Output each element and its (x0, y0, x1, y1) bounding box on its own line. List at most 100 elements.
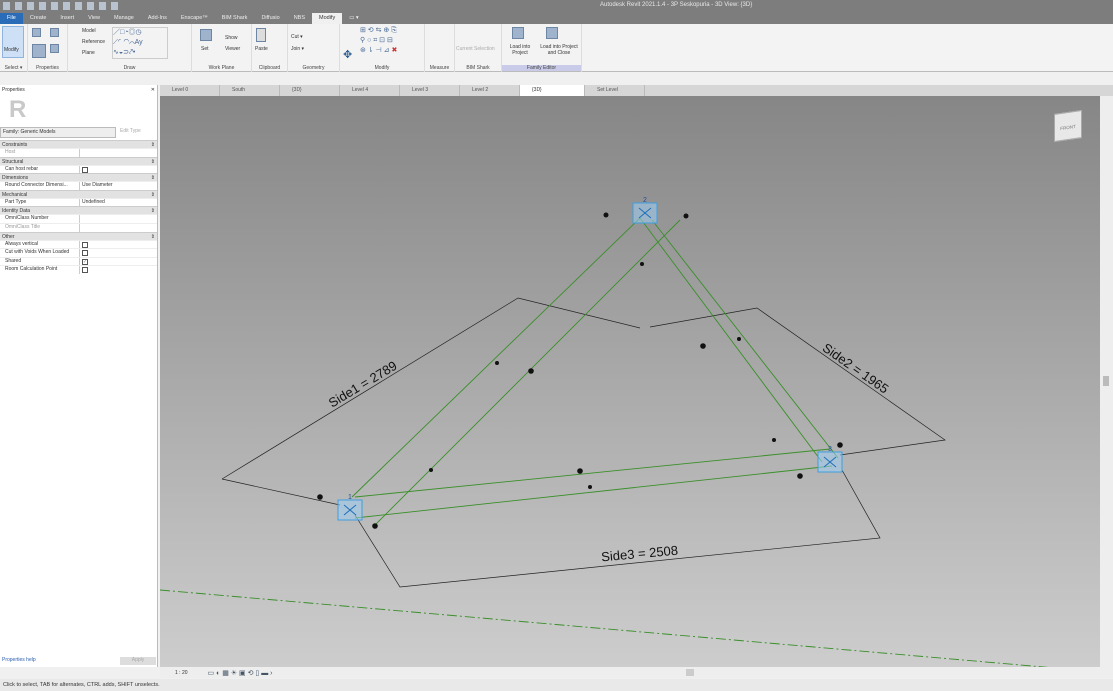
connector-point-2[interactable]: 2 (632, 197, 658, 224)
document-tab[interactable]: Level 4 (340, 85, 400, 96)
vertical-scrollbar[interactable] (1100, 96, 1113, 667)
show-button[interactable]: Show (225, 35, 238, 41)
family-types-icon[interactable] (32, 28, 41, 37)
horizontal-scrollbar[interactable] (686, 669, 694, 676)
collapse-icon[interactable]: ⇕ (151, 234, 155, 240)
apply-button[interactable]: Apply (120, 657, 156, 665)
reference-point-dot[interactable] (577, 468, 583, 474)
set-button[interactable]: Set (201, 46, 209, 52)
panel-label: Draw (123, 65, 136, 71)
viewer-button[interactable]: Viewer (225, 46, 240, 52)
reference-point-dot[interactable] (797, 473, 803, 479)
property-group[interactable]: Dimensions ⇕ (0, 173, 157, 182)
property-checkbox[interactable] (82, 250, 88, 257)
document-tab[interactable]: South (220, 85, 280, 96)
set-workplane-icon[interactable] (200, 29, 212, 41)
reference-point-dot[interactable] (700, 343, 706, 349)
properties-panel: Properties (28, 24, 68, 72)
reference-point-dot[interactable] (603, 212, 609, 218)
reference-point-dot[interactable] (683, 213, 689, 219)
property-group[interactable]: Structural ⇕ (0, 156, 157, 165)
ribbon-tab[interactable]: Enscape™ (174, 13, 215, 24)
property-group[interactable]: Other ⇕ (0, 231, 157, 240)
property-value[interactable]: Undefined (82, 199, 105, 205)
ribbon-tab[interactable]: View (81, 13, 107, 24)
ribbon-tab[interactable]: Add-Ins (141, 13, 174, 24)
reference-point-dot[interactable] (495, 361, 499, 365)
edit-type-button[interactable]: Edit Type (116, 127, 145, 138)
dimension-side1[interactable]: Side1 = 2789 (326, 358, 400, 411)
ribbon-tab[interactable]: NBS (287, 13, 312, 24)
model-line-button[interactable]: Model (82, 28, 96, 34)
properties-icon[interactable] (32, 44, 46, 58)
reference-point-dot[interactable] (640, 262, 644, 266)
document-tab[interactable]: Level 0 (160, 85, 220, 96)
dimension-side2[interactable]: Side2 = 1965 (820, 340, 892, 396)
collapse-icon[interactable]: ⇕ (151, 175, 155, 181)
collapse-icon[interactable]: ⇕ (151, 142, 155, 148)
ribbon-tab[interactable]: BIM Shark (215, 13, 255, 24)
reference-point-dot[interactable] (588, 485, 592, 489)
ribbon-tab[interactable]: Modify (312, 13, 343, 24)
reference-point-dot[interactable] (528, 368, 534, 374)
collapse-icon[interactable]: ⇕ (151, 159, 155, 165)
connector-point-1[interactable]: 1 (337, 494, 363, 521)
property-name: OmniClass Title (0, 223, 80, 232)
close-icon[interactable]: ✕ (151, 87, 155, 93)
property-group[interactable]: Identity Data ⇕ (0, 206, 157, 215)
current-selection-button[interactable]: Current Selection (456, 46, 495, 52)
reference-point-dot[interactable] (772, 438, 776, 442)
view-control-icons[interactable]: ▭ ◐ ▦ ☀ ▣ ⟲ ▯ ▬ › (208, 669, 273, 677)
ribbon-tab[interactable]: Create (23, 13, 54, 24)
select-dropdown[interactable]: Select ▾ (0, 65, 27, 71)
property-checkbox[interactable]: ✓ (82, 258, 88, 265)
modify-tools[interactable]: ⊞ ⟲ ⇆ ⊕ ⎘ ⚲ ○ ⌗ ⊡ ⊟ ⊛ ⇂ ⊣ ⊿ ✖ (360, 26, 397, 56)
load-into-project-close-button[interactable]: Load into Project and Close (538, 44, 580, 56)
family-type-selector[interactable]: Family: Generic Models (0, 127, 116, 138)
type-properties-icon[interactable] (50, 28, 59, 37)
document-tab[interactable]: {3D} (520, 85, 585, 96)
document-tab[interactable]: Set Level (585, 85, 645, 96)
document-tab[interactable]: Level 3 (400, 85, 460, 96)
property-checkbox[interactable] (82, 267, 88, 274)
reference-plane-button[interactable]: Plane (82, 50, 95, 56)
collapse-icon[interactable]: ⇕ (151, 208, 155, 214)
document-tab[interactable]: Level 2 (460, 85, 520, 96)
3d-view-canvas[interactable]: 1 2 3 Side1 = 2789 Side2 = 1965 Side3 = 25… (159, 96, 1100, 669)
cut-button[interactable]: Cut ▾ (291, 34, 303, 40)
reference-point-dot[interactable] (837, 442, 843, 448)
paste-button[interactable]: Paste (255, 46, 268, 52)
load-into-project-button[interactable]: Load into Project (505, 44, 535, 56)
document-tab[interactable]: {3D} (280, 85, 340, 96)
property-group[interactable]: Constraints ⇕ (0, 140, 157, 148)
reference-point-dot[interactable] (317, 494, 323, 500)
reference-point-dot[interactable] (429, 468, 433, 472)
property-value[interactable]: Use Diameter (82, 182, 113, 188)
load-into-project-icon[interactable] (512, 27, 524, 39)
property-group[interactable]: Mechanical ⇕ (0, 189, 157, 198)
draw-shapes-gallery[interactable]: ／□◔◎◷ ⟋◜◠⌒Ay ∿◒⊃⤤• (112, 27, 168, 59)
property-checkbox[interactable] (82, 166, 88, 173)
quick-access-toolbar[interactable] (3, 2, 118, 10)
reference-line-button[interactable]: Reference (82, 39, 105, 45)
ribbon-tab[interactable]: Insert (53, 13, 81, 24)
viewcube[interactable]: FRONT (1054, 110, 1082, 142)
reference-point-dot[interactable] (372, 523, 378, 529)
ribbon-tab[interactable]: ▭ ▾ (342, 13, 366, 24)
dimension-side3[interactable]: Side3 = 2508 (601, 543, 679, 565)
view-scale[interactable]: 1 : 20 (175, 670, 188, 676)
family-category-icon[interactable] (50, 44, 59, 53)
modify-button[interactable]: Modify (2, 26, 24, 58)
reference-point-dot[interactable] (737, 337, 741, 341)
load-into-project-close-icon[interactable] (546, 27, 558, 39)
property-checkbox[interactable] (82, 241, 88, 248)
move-icon[interactable]: ✥ (343, 48, 352, 61)
join-button[interactable]: Join ▾ (291, 46, 304, 52)
ribbon-tab[interactable]: Manage (107, 13, 141, 24)
ribbon-tab[interactable]: File (0, 13, 23, 24)
collapse-icon[interactable]: ⇕ (151, 192, 155, 198)
paste-icon[interactable] (256, 28, 266, 42)
panel-label: Geometry (302, 65, 325, 71)
properties-help-link[interactable]: Properties help (2, 657, 36, 665)
ribbon-tab[interactable]: Diffusio (254, 13, 286, 24)
